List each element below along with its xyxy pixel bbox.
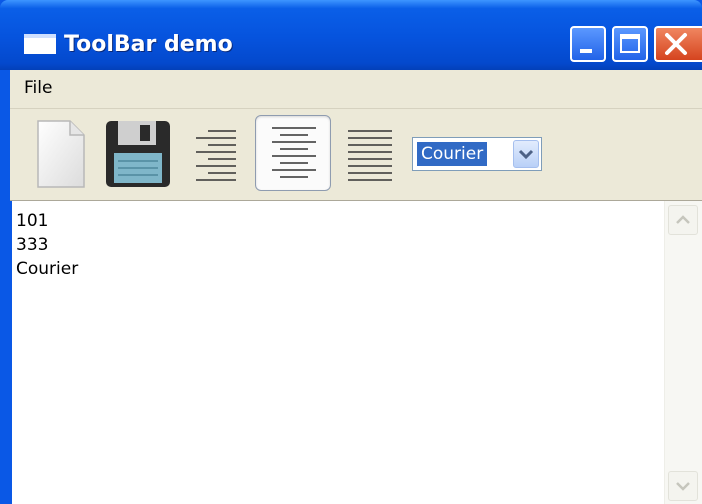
font-combo-box[interactable]: Courier	[412, 137, 542, 171]
vertical-scrollbar[interactable]	[664, 201, 702, 504]
align-center-button[interactable]	[255, 115, 331, 191]
maximize-icon	[620, 34, 640, 53]
minimize-icon	[580, 49, 592, 53]
maximize-button[interactable]	[612, 26, 648, 62]
close-icon	[665, 33, 687, 55]
scroll-up-button[interactable]	[668, 205, 698, 235]
chevron-down-icon	[518, 149, 534, 160]
new-document-button[interactable]	[24, 115, 100, 191]
window-app-icon	[24, 34, 56, 54]
menu-file[interactable]: File	[24, 78, 52, 98]
font-combo-value: Courier	[417, 142, 488, 166]
align-right-icon	[196, 130, 236, 181]
new-document-icon	[37, 120, 85, 188]
justify-icon	[348, 130, 392, 181]
application-window: ToolBar demo File Courier 101 333 Courie…	[0, 0, 702, 504]
minimize-button[interactable]	[570, 26, 606, 62]
align-center-icon	[272, 127, 316, 178]
chevron-up-icon	[676, 215, 690, 224]
text-editor[interactable]: 101 333 Courier	[12, 201, 702, 504]
chevron-down-icon	[676, 482, 690, 491]
save-button[interactable]	[100, 115, 176, 191]
editor-line: 333	[16, 235, 49, 255]
align-right-button[interactable]	[178, 115, 254, 191]
scroll-down-button[interactable]	[668, 471, 698, 501]
justify-button[interactable]	[332, 115, 408, 191]
toolbar: Courier	[10, 109, 702, 201]
editor-line: 101	[16, 211, 49, 231]
font-combo-dropdown-button[interactable]	[513, 140, 539, 168]
menu-bar: File	[10, 70, 702, 109]
title-bar[interactable]: ToolBar demo	[0, 0, 702, 70]
floppy-disk-save-icon	[106, 121, 170, 187]
close-button[interactable]	[654, 26, 702, 62]
editor-line: Courier	[16, 259, 79, 279]
window-title: ToolBar demo	[64, 32, 233, 57]
